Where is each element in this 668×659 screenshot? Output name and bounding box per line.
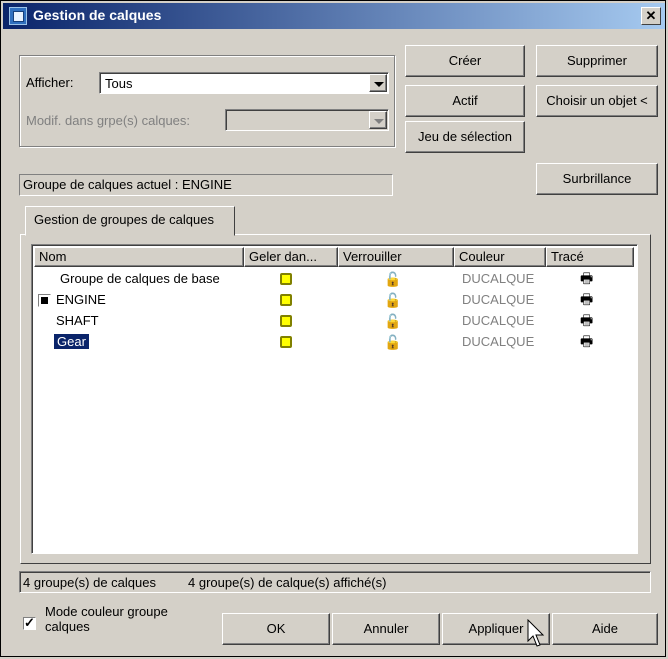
- group-color[interactable]: DUCALQUE: [462, 334, 534, 349]
- table-row[interactable]: ENGINE 🔓 DUCALQUE 🖶: [34, 290, 634, 310]
- chevron-down-icon[interactable]: [369, 74, 387, 92]
- show-label: Afficher:: [26, 75, 74, 90]
- table-row[interactable]: SHAFT 🔓 DUCALQUE 🖶: [34, 311, 634, 331]
- table-row[interactable]: Gear 🔓 DUCALQUE 🖶: [34, 332, 634, 352]
- filter-group: [19, 55, 395, 147]
- window-title: Gestion de calques: [33, 7, 162, 23]
- printer-icon[interactable]: 🖶: [580, 291, 593, 307]
- column-header-plot[interactable]: Tracé: [546, 247, 634, 267]
- group-name: SHAFT: [56, 313, 99, 328]
- mouse-cursor-icon: [527, 619, 545, 647]
- modify-combobox: [225, 109, 389, 131]
- open-lock-icon[interactable]: 🔓: [384, 313, 401, 329]
- color-mode-checkbox[interactable]: [23, 615, 36, 631]
- layer-group-list[interactable]: Nom Geler dan... Verrouiller Couleur Tra…: [31, 244, 638, 554]
- cancel-button[interactable]: Annuler: [332, 613, 440, 645]
- group-color[interactable]: DUCALQUE: [462, 292, 534, 307]
- sun-icon[interactable]: [280, 336, 292, 348]
- group-color[interactable]: DUCALQUE: [462, 313, 534, 328]
- printer-icon[interactable]: 🖶: [580, 312, 593, 328]
- column-header-color[interactable]: Couleur: [454, 247, 546, 267]
- tab-group-management[interactable]: Gestion de groupes de calques: [25, 206, 235, 236]
- selection-set-button[interactable]: Jeu de sélection: [405, 121, 525, 153]
- open-lock-icon[interactable]: 🔓: [384, 334, 401, 350]
- printer-icon[interactable]: 🖶: [580, 270, 593, 286]
- column-header-freeze[interactable]: Geler dan...: [244, 247, 338, 267]
- sun-icon[interactable]: [280, 315, 292, 327]
- group-color[interactable]: DUCALQUE: [462, 271, 534, 286]
- column-header-name[interactable]: Nom: [34, 247, 244, 267]
- table-row[interactable]: Groupe de calques de base 🔓 DUCALQUE 🖶: [34, 269, 634, 289]
- delete-button[interactable]: Supprimer: [536, 45, 658, 77]
- status-groups-count: 4 groupe(s) de calques: [23, 575, 156, 590]
- highlight-button[interactable]: Surbrillance: [536, 163, 658, 195]
- current-group-field: Groupe de calques actuel : ENGINE: [19, 174, 393, 196]
- show-combobox[interactable]: Tous: [99, 72, 389, 94]
- show-value: Tous: [105, 76, 133, 91]
- pick-object-button[interactable]: Choisir un objet <: [536, 85, 658, 117]
- printer-icon[interactable]: 🖶: [580, 333, 593, 349]
- color-mode-label: Mode couleur groupe calques: [45, 604, 168, 634]
- group-name: Groupe de calques de base: [60, 271, 220, 286]
- group-name: Gear: [54, 334, 89, 349]
- close-icon: ✕: [645, 8, 657, 23]
- status-groups-shown: 4 groupe(s) de calque(s) affiché(s): [188, 575, 387, 590]
- layer-manager-window: Gestion de calques ✕ Afficher: Tous Modi…: [0, 0, 666, 657]
- open-lock-icon[interactable]: 🔓: [384, 271, 401, 287]
- open-lock-icon[interactable]: 🔓: [384, 292, 401, 308]
- app-icon: [9, 7, 27, 25]
- help-button[interactable]: Aide: [552, 613, 658, 645]
- group-name: ENGINE: [56, 292, 106, 307]
- active-button[interactable]: Actif: [405, 85, 525, 117]
- sun-icon[interactable]: [280, 294, 292, 306]
- close-button[interactable]: ✕: [641, 7, 661, 25]
- status-bar: 4 groupe(s) de calques 4 groupe(s) de ca…: [19, 571, 651, 593]
- column-header-lock[interactable]: Verrouiller: [338, 247, 454, 267]
- current-marker: [38, 294, 51, 307]
- create-button[interactable]: Créer: [405, 45, 525, 77]
- chevron-down-icon: [369, 111, 387, 129]
- sun-icon[interactable]: [280, 273, 292, 285]
- ok-button[interactable]: OK: [222, 613, 330, 645]
- title-bar[interactable]: Gestion de calques ✕: [3, 3, 665, 29]
- modify-label: Modif. dans grpe(s) calques:: [26, 113, 191, 128]
